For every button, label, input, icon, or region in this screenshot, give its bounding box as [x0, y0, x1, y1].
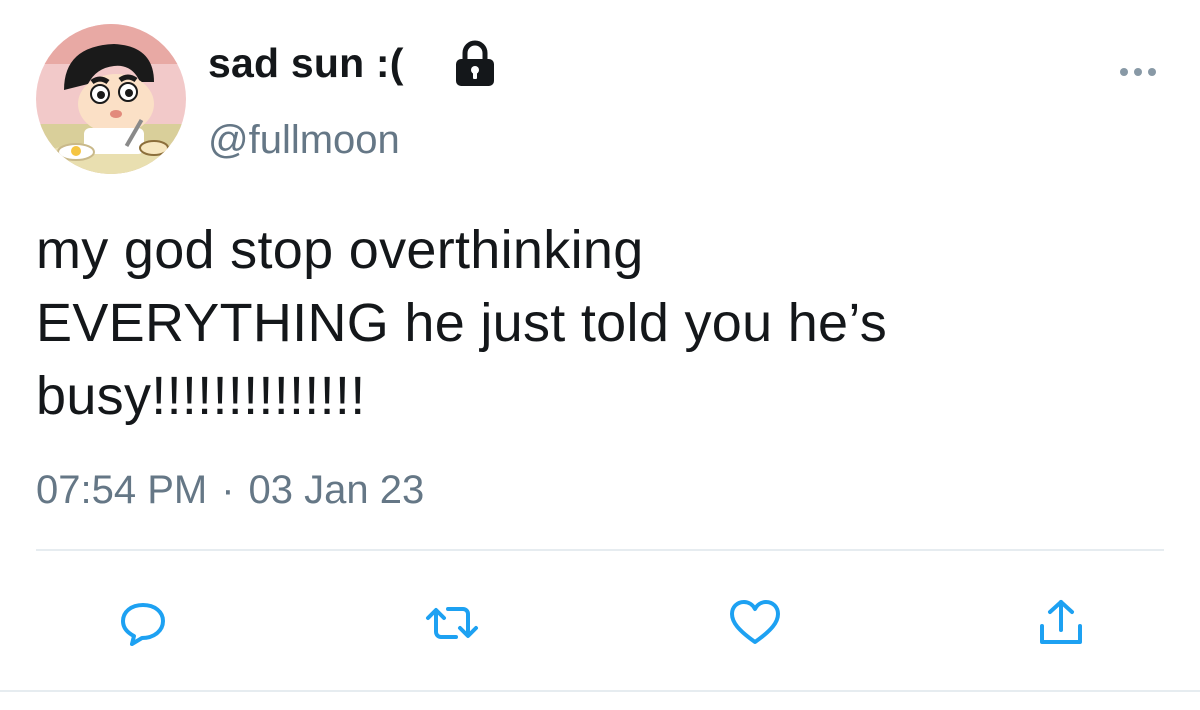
- tweet-date: 03 Jan 23: [248, 468, 425, 512]
- like-button[interactable]: [728, 598, 782, 648]
- tweet-timestamp[interactable]: 07:54 PM · 03 Jan 23: [36, 468, 424, 513]
- user-handle[interactable]: @fullmoon: [208, 118, 400, 163]
- divider: [0, 690, 1200, 692]
- tweet-card: sad sun :( @fullmoon my god stop overthi…: [0, 0, 1200, 710]
- heart-icon: [730, 600, 780, 644]
- ellipsis-icon[interactable]: [1116, 60, 1160, 84]
- share-button[interactable]: [1036, 598, 1086, 648]
- retweet-icon: [426, 607, 478, 639]
- lock-icon: [456, 40, 494, 86]
- divider: [36, 549, 1164, 551]
- avatar[interactable]: [36, 24, 186, 174]
- display-name[interactable]: sad sun :(: [208, 40, 404, 87]
- share-icon: [1040, 600, 1082, 644]
- tweet-time: 07:54 PM: [36, 468, 208, 512]
- retweet-button[interactable]: [424, 598, 480, 648]
- reply-button[interactable]: [118, 598, 168, 648]
- timestamp-separator: ·: [221, 468, 235, 512]
- avatar-image: [36, 24, 186, 174]
- speech-bubble-icon: [121, 603, 165, 646]
- tweet-text: my god stop overthinking EVERYTHING he j…: [36, 220, 888, 426]
